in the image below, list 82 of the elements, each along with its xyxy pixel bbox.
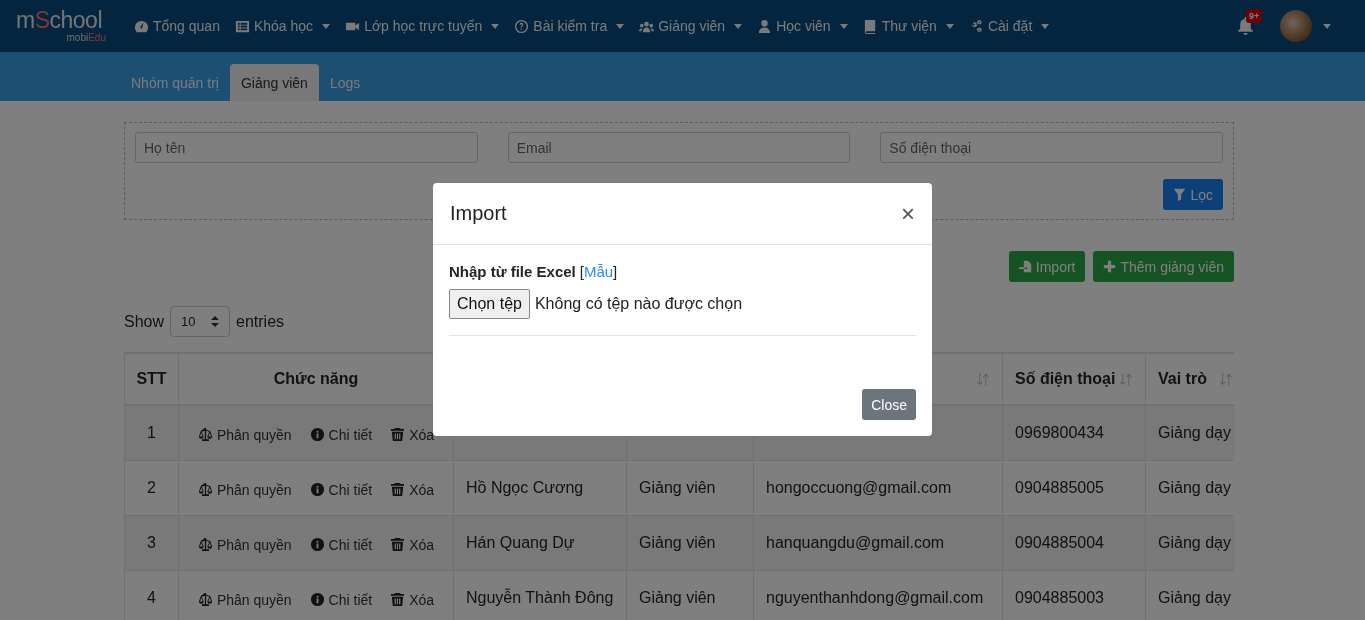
row-action-link[interactable]: Xóa [390,591,435,608]
length-label: Show [124,312,165,331]
row-action-link[interactable]: Phân quyền [197,591,292,608]
bell-icon [1237,17,1254,35]
dialog-title: Import [450,202,507,225]
field-label: Nhập từ file Excel [449,263,576,280]
row-action-link[interactable]: Chi tiết [309,426,373,443]
row-action-link[interactable]: Xóa [390,426,435,443]
info-icon [309,592,325,607]
nav-menu-item[interactable]: Học viên [757,18,848,34]
nav-menu-item[interactable]: Cài đặt [968,18,1050,34]
nav-menu-item[interactable]: Khóa học [234,18,331,34]
tab[interactable]: Giảng viên [229,64,319,101]
close-button[interactable]: Close [862,389,916,420]
table-cell: 0904885005 [1002,460,1146,515]
plus-icon [1103,260,1117,273]
scale-icon [197,427,213,443]
nav-menu-item[interactable]: Lớp học trực tuyến [345,18,500,34]
trash-icon [390,482,406,497]
caret-icon [1323,23,1331,29]
filter-field[interactable]: Số điện thoại [880,132,1223,163]
logo-tagline: mobiEdu [65,32,107,43]
length-label: entries [236,312,285,331]
template-link[interactable]: Mẫu [583,263,614,280]
filter-icon [1173,188,1187,201]
scale-icon [197,537,213,552]
logo: mSchool [16,9,103,32]
row-action-link[interactable]: Phân quyền [197,426,292,443]
nav-menu-item[interactable]: Tổng quan [134,18,220,34]
table-cell: Hán Quang Dự [453,515,627,570]
row-action-link[interactable]: Phân quyền [197,481,292,498]
gauge-icon [134,18,149,34]
table-cell: Giảng viên [626,460,754,515]
choose-file-button[interactable]: Chọn tệp [449,289,530,319]
table-cell: 1 [124,405,179,460]
info-icon [309,537,325,552]
table-cell: 0969800434 [1002,405,1146,460]
sort-caret-icon [211,316,220,327]
notification-badge: 9+ [1246,9,1263,23]
table-cell: hongoccuong@gmail.com [753,460,1003,515]
filter-button[interactable]: Lọc [1163,179,1223,210]
info-icon [309,427,325,443]
nav-menu-item[interactable]: Bài kiểm tra [514,18,625,34]
row-action-link[interactable]: Chi tiết [309,536,373,553]
row-action-link[interactable]: Xóa [390,536,435,553]
table-cell: hanquangdu@gmail.com [753,515,1003,570]
question-icon [514,18,530,34]
page-size-select[interactable]: 10 [170,306,231,337]
table-cell: Giảng dạy [1145,515,1234,570]
book-icon [862,18,878,34]
row-action-link[interactable]: Xóa [390,481,435,498]
bracket-text: [ [579,263,584,280]
nav-menu-item[interactable]: Thư viện [862,18,954,34]
table-cell: Giảng dạy [1145,405,1234,460]
info-icon [309,482,325,497]
trash-icon [390,537,406,552]
table-cell: Giảng viên [626,515,754,570]
add-button[interactable]: Thêm giảng viên [1093,251,1234,282]
row-action-link[interactable]: Chi tiết [309,481,373,498]
list-icon [234,18,250,34]
table-cell: 4 [124,570,179,620]
import-button[interactable]: Import [1008,251,1086,282]
scale-icon [197,592,213,607]
filter-field[interactable]: Họ tên [135,132,478,163]
trash-icon [390,427,406,443]
nav-menu-item[interactable]: Giảng viên [639,18,743,34]
tab[interactable]: Logs [318,64,372,101]
table-cell: 3 [124,515,179,570]
file-status-text: Không có tệp nào được chọn [534,295,743,313]
user-icon [757,18,773,34]
table-cell: 2 [124,460,179,515]
close-button[interactable]: × [901,199,915,228]
row-action-link[interactable]: Chi tiết [309,591,373,608]
avatar[interactable] [1280,10,1312,42]
trash-icon [390,592,406,607]
file-import-icon [1018,260,1032,273]
filter-field[interactable]: Email [507,132,851,163]
row-action-link[interactable]: Phân quyền [197,536,292,553]
table-cell: 0904885004 [1002,515,1146,570]
bracket-text: ] [613,263,618,280]
scale-icon [197,482,213,497]
table-cell: Hồ Ngọc Cương [453,460,627,515]
